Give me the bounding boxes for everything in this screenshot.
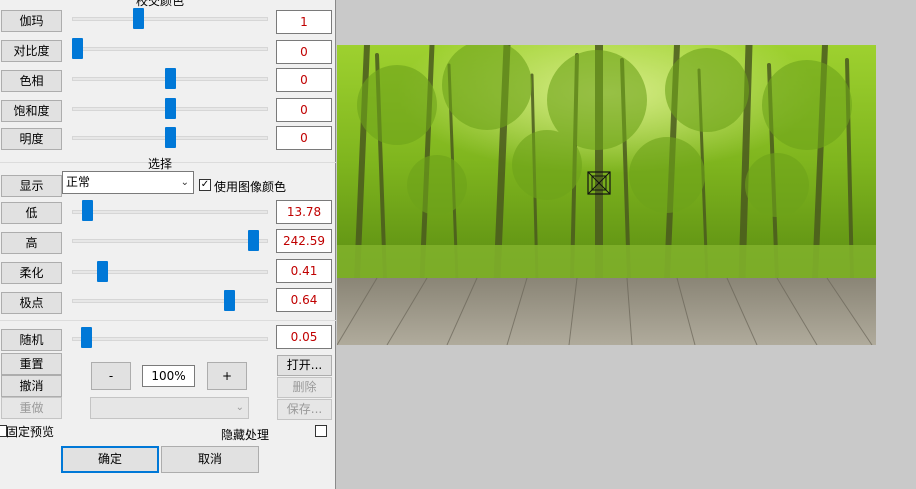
lightness-label-button[interactable]: 明度 (1, 128, 62, 150)
hue-label-button[interactable]: 色相 (1, 70, 62, 92)
preset-select[interactable]: ⌄ (90, 397, 249, 419)
display-mode-select[interactable]: 正常 ⌄ (62, 171, 194, 194)
preview-image[interactable] (337, 45, 876, 345)
divider (0, 320, 336, 321)
random-slider-thumb[interactable] (81, 327, 92, 348)
high-slider-thumb[interactable] (248, 230, 259, 251)
zoom-out-button[interactable]: - (91, 362, 131, 390)
lightness-slider-thumb[interactable] (165, 127, 176, 148)
reset-button[interactable]: 重置 (1, 353, 62, 375)
adjust-dialog: 校交颜色 伽玛 1 对比度 0 色相 0 饱和度 0 明度 0 选择 显示 正常… (0, 0, 336, 489)
redo-button[interactable]: 重做 (1, 397, 62, 419)
delete-button[interactable]: 删除 (277, 377, 332, 398)
gamma-slider-thumb[interactable] (133, 8, 144, 29)
soften-value-input[interactable]: 0.41 (276, 259, 332, 283)
contrast-value-input[interactable]: 0 (276, 40, 332, 64)
pole-slider-track[interactable] (72, 299, 268, 303)
gamma-value-input[interactable]: 1 (276, 10, 332, 34)
cancel-button[interactable]: 取消 (161, 446, 259, 473)
undo-button[interactable]: 撤消 (1, 375, 62, 397)
contrast-label-button[interactable]: 对比度 (1, 40, 62, 62)
use-image-color-label: 使用图像颜色 (214, 180, 287, 194)
zoom-level-field[interactable]: 100% (142, 365, 195, 387)
lightness-value-input[interactable]: 0 (276, 126, 332, 150)
contrast-slider-thumb[interactable] (72, 38, 83, 59)
high-label-button[interactable]: 高 (1, 232, 62, 254)
saturation-slider-thumb[interactable] (165, 98, 176, 119)
hide-processing-checkbox[interactable] (315, 425, 327, 437)
high-value-input[interactable]: 242.59 (276, 229, 332, 253)
hue-slider-thumb[interactable] (165, 68, 176, 89)
open-button[interactable]: 打开... (277, 355, 332, 376)
gamma-label-button[interactable]: 伽玛 (1, 10, 62, 32)
contrast-slider-track[interactable] (72, 47, 268, 51)
hide-processing-label: 隐藏处理 (221, 428, 270, 442)
pole-value-input[interactable]: 0.64 (276, 288, 332, 312)
gamma-slider-track[interactable] (72, 17, 268, 21)
fixed-preview-label: 固定预览 (6, 425, 55, 439)
save-button[interactable]: 保存... (277, 399, 332, 420)
section-title-select: 选择 (148, 157, 173, 171)
pole-slider-thumb[interactable] (224, 290, 235, 311)
low-slider-track[interactable] (72, 210, 268, 214)
low-value-input[interactable]: 13.78 (276, 200, 332, 224)
saturation-label-button[interactable]: 饱和度 (1, 100, 62, 122)
soften-label-button[interactable]: 柔化 (1, 262, 62, 284)
low-label-button[interactable]: 低 (1, 202, 62, 224)
low-slider-thumb[interactable] (82, 200, 93, 221)
chevron-down-icon: ⌄ (235, 402, 244, 413)
soften-slider-thumb[interactable] (97, 261, 108, 282)
display-mode-value: 正常 (66, 175, 91, 189)
zoom-in-button[interactable]: + (207, 362, 247, 390)
pole-label-button[interactable]: 极点 (1, 292, 62, 314)
chevron-down-icon: ⌄ (180, 177, 189, 188)
saturation-value-input[interactable]: 0 (276, 98, 332, 122)
hue-value-input[interactable]: 0 (276, 68, 332, 92)
use-image-color-checkbox[interactable]: ✓ (199, 179, 211, 191)
random-value-input[interactable]: 0.05 (276, 325, 332, 349)
random-button[interactable]: 随机 (1, 329, 62, 351)
random-slider-track[interactable] (72, 337, 268, 341)
display-label-button[interactable]: 显示 (1, 175, 62, 197)
ok-button[interactable]: 确定 (61, 446, 159, 473)
high-slider-track[interactable] (72, 239, 268, 243)
